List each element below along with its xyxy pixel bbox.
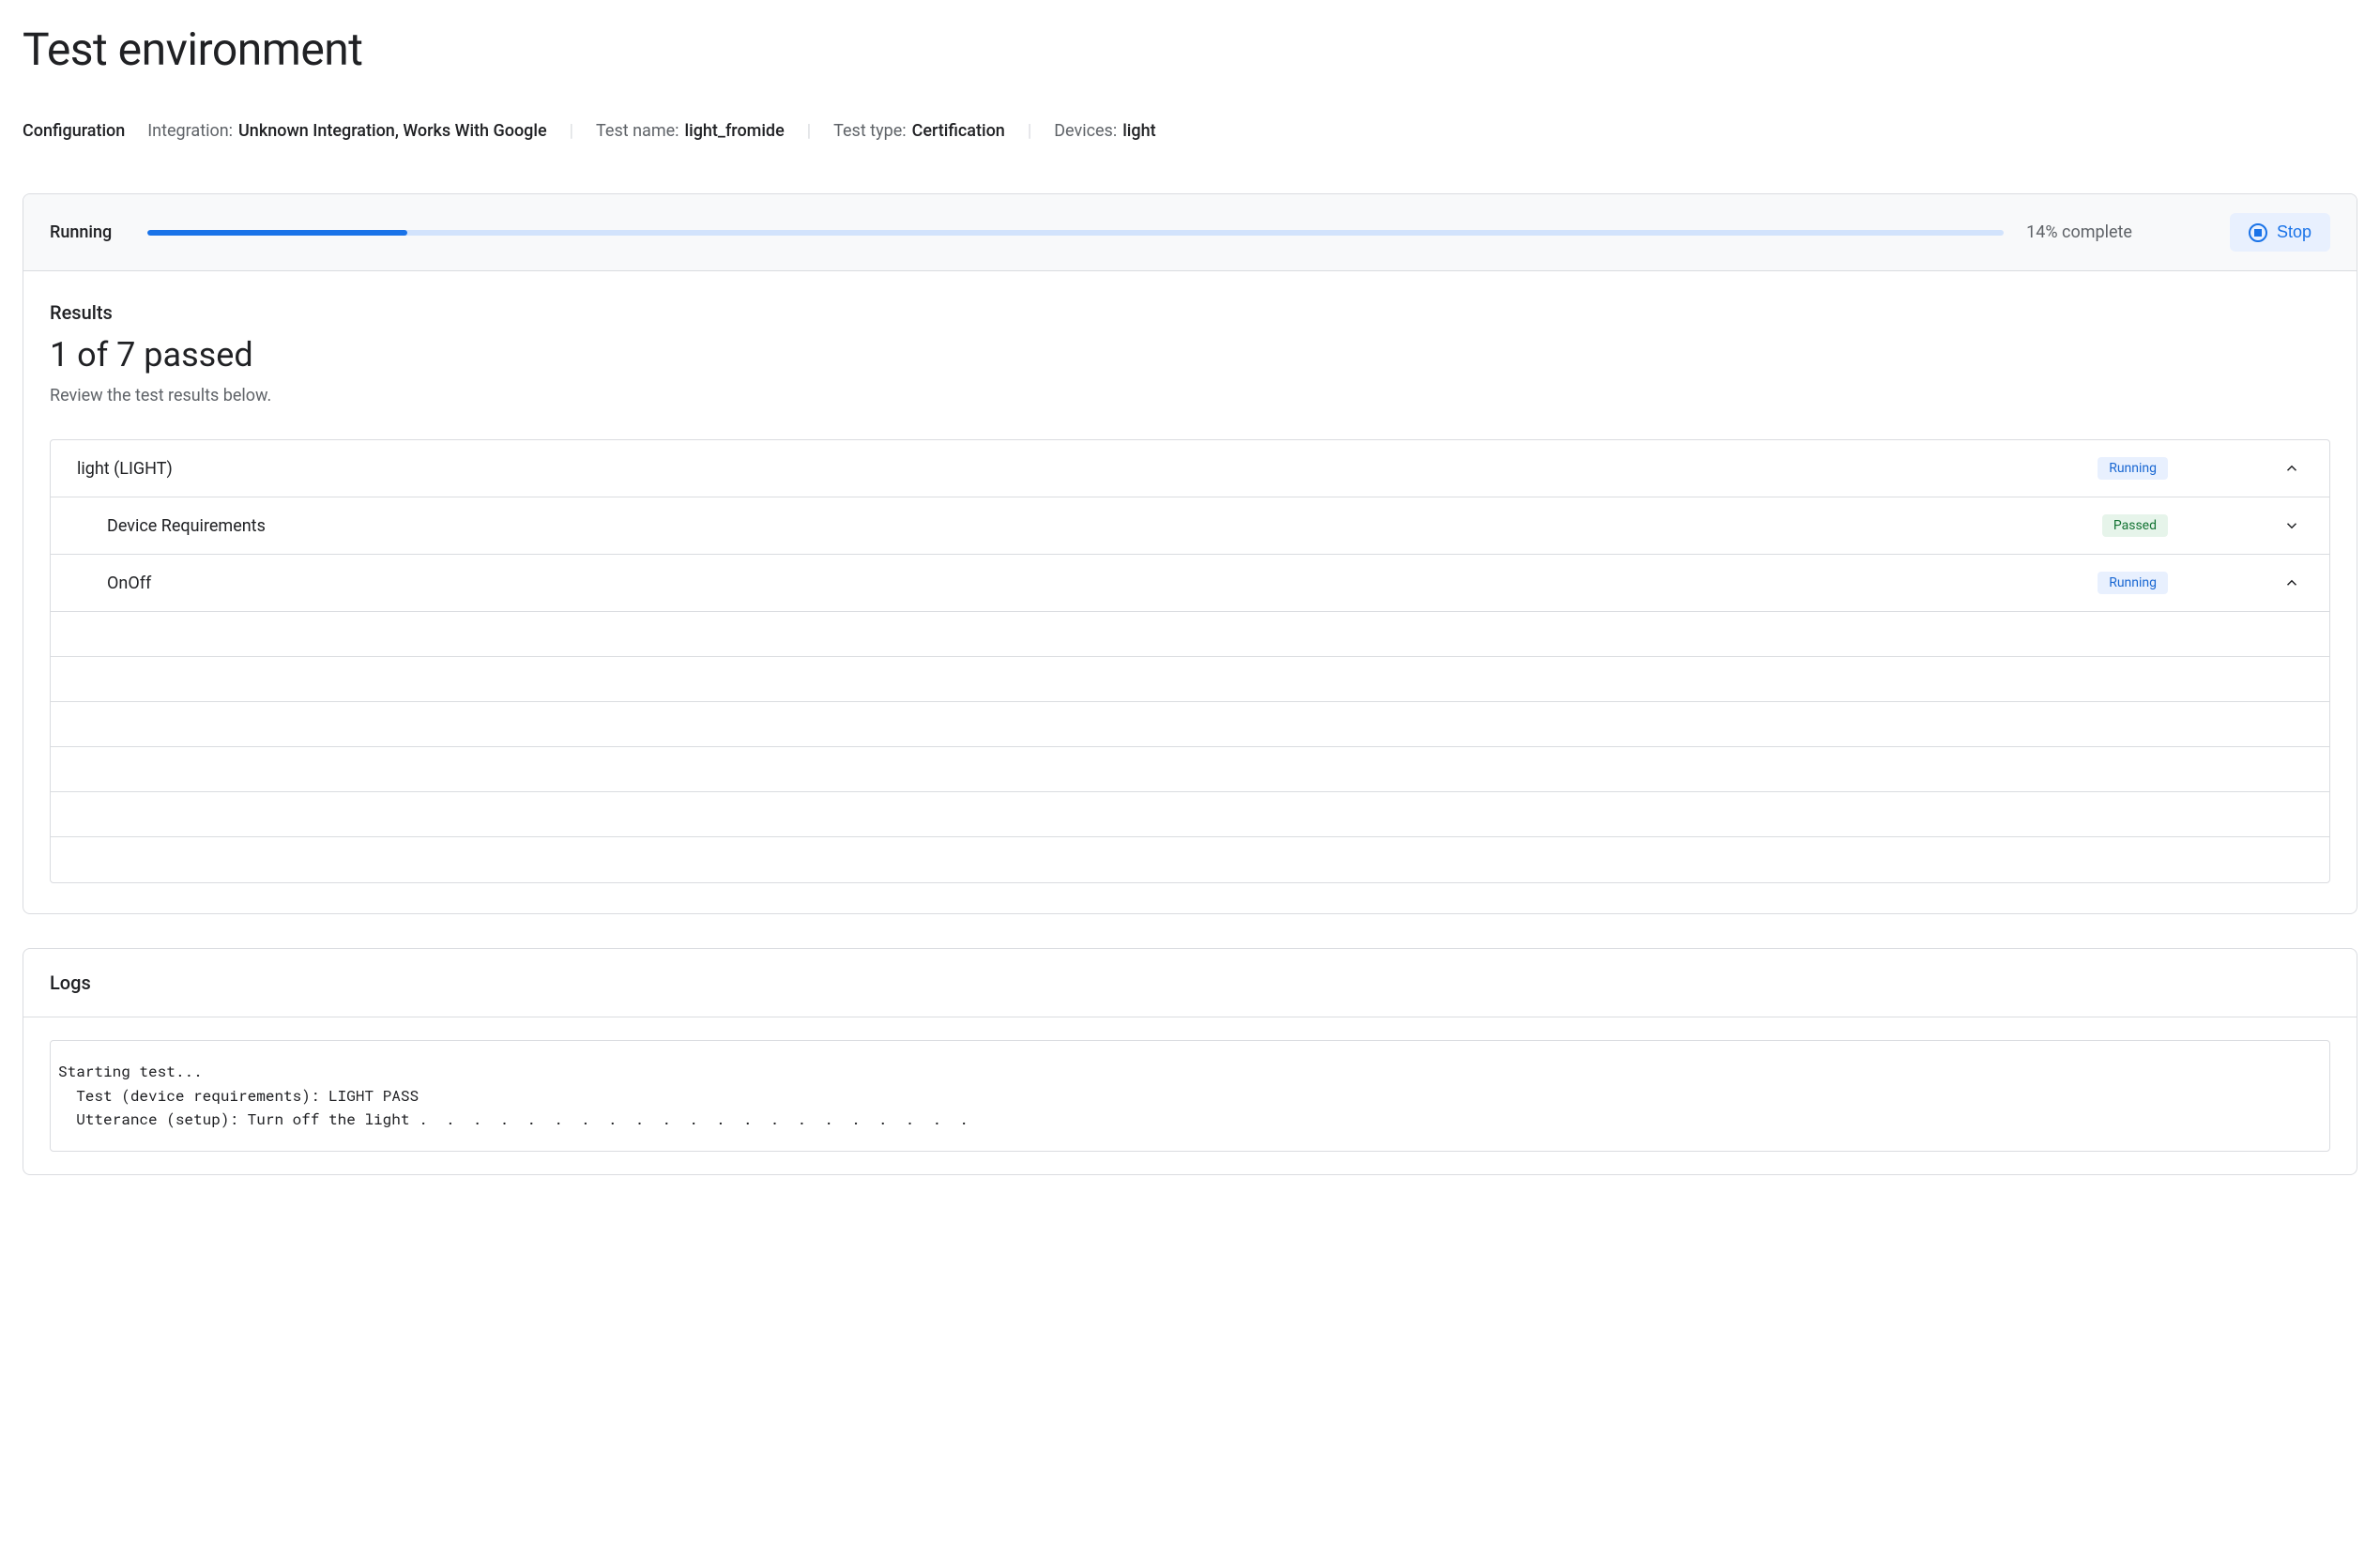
config-test-type: Test type: Certification (833, 121, 1005, 141)
result-row-onoff[interactable]: OnOff Running (51, 555, 2329, 612)
result-row-empty (51, 837, 2329, 882)
status-label: Running (50, 222, 125, 242)
progress-bar (147, 230, 2004, 236)
chevron-up-icon (2281, 457, 2303, 480)
logs-body: Starting test... Test (device requiremen… (23, 1017, 2357, 1174)
configuration-bar: Configuration Integration: Unknown Integ… (23, 121, 2357, 141)
status-badge: Passed (2102, 514, 2168, 537)
divider: | (807, 121, 811, 141)
result-row-empty (51, 792, 2329, 837)
config-integration-label: Integration: (147, 121, 233, 141)
result-row-device-requirements[interactable]: Device Requirements Passed (51, 497, 2329, 555)
config-integration: Integration: Unknown Integration, Works … (147, 121, 546, 141)
result-row-light[interactable]: light (LIGHT) Running (51, 440, 2329, 497)
divider: | (1028, 121, 1031, 141)
progress-text: 14% complete (2026, 222, 2132, 242)
results-section: Results 1 of 7 passed Review the test re… (23, 271, 2357, 913)
stop-icon (2249, 223, 2267, 242)
page-title: Test environment (23, 23, 2357, 76)
stop-button[interactable]: Stop (2230, 213, 2330, 252)
stop-button-label: Stop (2277, 222, 2311, 242)
logs-header: Logs (23, 949, 2357, 1017)
progress-fill (147, 230, 407, 236)
result-row-empty (51, 612, 2329, 657)
status-bar: Running 14% complete Stop (23, 194, 2357, 271)
status-badge: Running (2098, 572, 2168, 594)
results-table: light (LIGHT) Running Device Requirement… (50, 439, 2330, 883)
divider: | (570, 121, 573, 141)
config-test-name-label: Test name: (596, 121, 679, 141)
config-devices-label: Devices: (1054, 121, 1117, 141)
config-test-type-label: Test type: (833, 121, 906, 141)
logs-card: Logs Starting test... Test (device requi… (23, 948, 2357, 1175)
logs-container: Starting test... Test (device requiremen… (50, 1040, 2330, 1152)
config-label: Configuration (23, 121, 125, 141)
results-subtitle: Review the test results below. (50, 386, 2330, 405)
results-card: Running 14% complete Stop Results 1 of 7… (23, 193, 2357, 914)
config-test-name: Test name: light_fromide (596, 121, 785, 141)
chevron-down-icon (2281, 514, 2303, 537)
result-row-empty (51, 747, 2329, 792)
result-name: OnOff (107, 574, 2098, 593)
config-integration-value: Unknown Integration, Works With Google (238, 121, 547, 141)
result-row-empty (51, 702, 2329, 747)
config-devices: Devices: light (1054, 121, 1155, 141)
logs-content: Starting test... Test (device requiremen… (58, 1060, 2322, 1132)
logs-title: Logs (50, 971, 2330, 994)
chevron-up-icon (2281, 572, 2303, 594)
config-devices-value: light (1122, 121, 1155, 141)
result-row-empty (51, 657, 2329, 702)
config-test-name-value: light_fromide (685, 121, 785, 141)
results-summary: 1 of 7 passed (50, 335, 2330, 375)
results-title: Results (50, 301, 2330, 324)
result-name: light (LIGHT) (77, 459, 2098, 479)
status-badge: Running (2098, 457, 2168, 480)
config-test-type-value: Certification (912, 121, 1005, 141)
result-name: Device Requirements (107, 516, 2102, 536)
